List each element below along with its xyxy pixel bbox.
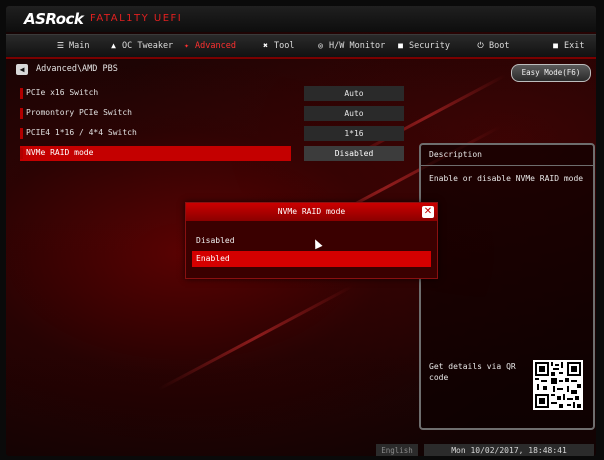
setting-value[interactable]: Auto	[304, 106, 404, 121]
shield-icon: ■	[398, 41, 403, 50]
option-enabled[interactable]: Enabled	[192, 251, 431, 267]
setting-label: PCIe x16 Switch	[26, 88, 99, 97]
fatality-logo: FATAL1TY UEFI	[90, 13, 183, 24]
setting-value[interactable]: Auto	[304, 86, 404, 101]
setting-value[interactable]: 1*16	[304, 126, 404, 141]
qr-caption: Get details via QR code	[429, 362, 516, 382]
setting-promontory-pcie-switch[interactable]: Promontory PCIe Switch Auto	[20, 106, 415, 121]
language-button[interactable]: English	[376, 444, 418, 456]
divider	[421, 165, 593, 166]
close-icon[interactable]: ✕	[422, 206, 434, 218]
list-icon: ☰	[56, 41, 65, 50]
description-text: Enable or disable NVMe RAID mode	[429, 174, 584, 183]
qr-code-icon	[533, 360, 583, 410]
bios-window: ASRock FATAL1TY UEFI ☰ Main ▲ OC Tweaker ✦…	[6, 6, 596, 456]
asrock-logo: ASRock	[24, 10, 84, 28]
rocket-icon: ▲	[111, 41, 116, 50]
logo-bar: ASRock FATAL1TY UEFI	[6, 6, 596, 32]
monitor-icon: ◎	[318, 41, 323, 50]
tab-advanced[interactable]: ✦ Advanced	[182, 38, 236, 54]
tab-exit[interactable]: ■ Exit	[551, 38, 584, 54]
tab-boot[interactable]: ⏻ Boot	[476, 38, 509, 54]
datetime-display: Mon 10/02/2017, 18:48:41	[424, 444, 594, 456]
setting-value[interactable]: Disabled	[304, 146, 404, 161]
advanced-icon: ✦	[184, 41, 189, 50]
description-panel: Description Enable or disable NVMe RAID …	[419, 143, 595, 430]
easy-mode-button[interactable]: Easy Mode(F6)	[511, 64, 591, 82]
tab-main[interactable]: ☰ Main	[56, 38, 90, 54]
main-nav: ☰ Main ▲ OC Tweaker ✦ Advanced ✖ Tool ◎ H/W M…	[6, 34, 596, 59]
tab-tool[interactable]: ✖ Tool	[261, 38, 294, 54]
tab-security[interactable]: ■ Security	[396, 38, 450, 54]
description-title: Description	[429, 150, 482, 159]
setting-label: PCIE4 1*16 / 4*4 Switch	[26, 128, 137, 137]
back-arrow-icon[interactable]: ◀	[16, 64, 28, 75]
setting-label: Promontory PCIe Switch	[26, 108, 132, 117]
dialog-title: NVMe RAID mode	[186, 203, 437, 221]
setting-pcie-x16-switch[interactable]: PCIe x16 Switch Auto	[20, 86, 415, 101]
breadcrumb: Advanced\AMD PBS	[36, 64, 118, 74]
tool-icon: ✖	[263, 41, 268, 50]
exit-icon: ■	[553, 41, 558, 50]
setting-pcie4-switch[interactable]: PCIE4 1*16 / 4*4 Switch 1*16	[20, 126, 415, 141]
tab-oc-tweaker[interactable]: ▲ OC Tweaker	[109, 38, 173, 54]
power-icon: ⏻	[477, 41, 484, 50]
setting-label: NVMe RAID mode	[26, 148, 94, 157]
tab-hw-monitor[interactable]: ◎ H/W Monitor	[316, 38, 385, 54]
setting-nvme-raid-mode[interactable]: NVMe RAID mode Disabled	[20, 146, 415, 161]
